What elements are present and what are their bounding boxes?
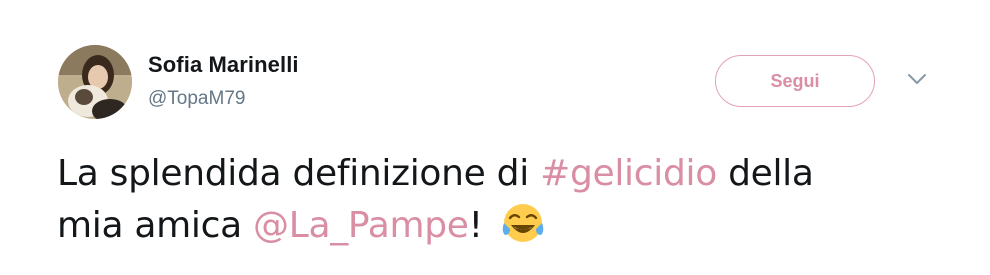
avatar[interactable] xyxy=(58,45,132,119)
mention-link[interactable]: @La_Pampe xyxy=(253,205,469,246)
author-name[interactable]: Sofia Marinelli xyxy=(148,52,299,78)
chevron-down-icon[interactable] xyxy=(906,72,928,86)
avatar-image xyxy=(58,45,132,119)
face-with-tears-of-joy-icon xyxy=(502,204,544,242)
hashtag-link[interactable]: #gelicidio xyxy=(540,153,717,194)
tweet-text-line1-prefix: La splendida definizione di xyxy=(57,153,541,194)
tweet-card: Sofia Marinelli @TopaM79 Segui La splend… xyxy=(0,0,990,275)
tweet-text-line2-prefix: mia amica xyxy=(57,205,254,246)
tweet-text-line2-suffix: ! xyxy=(468,205,483,246)
author-handle[interactable]: @TopaM79 xyxy=(148,88,245,110)
tweet-text-line1-suffix: della xyxy=(716,153,814,194)
follow-button[interactable]: Segui xyxy=(715,55,875,107)
tweet-text: La splendida definizione di #gelicidio d… xyxy=(57,148,957,252)
